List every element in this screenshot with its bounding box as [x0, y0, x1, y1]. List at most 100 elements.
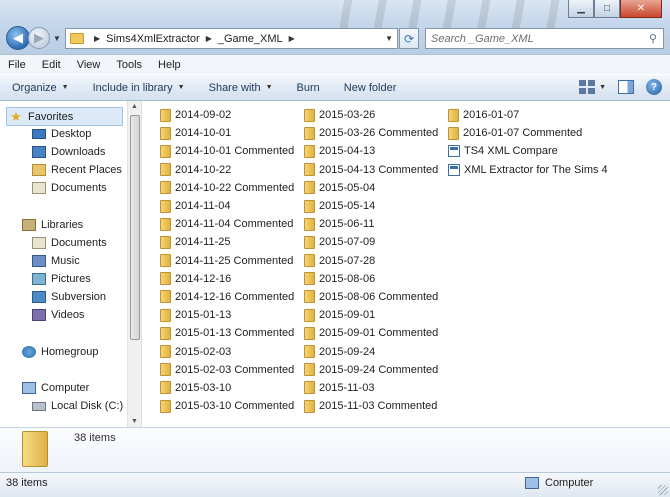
folder-item[interactable]: 2015-01-13 [160, 306, 294, 324]
chevron-right-icon[interactable]: ▶ [94, 34, 100, 43]
folder-item[interactable]: 2015-05-04 [304, 179, 438, 197]
scroll-up-icon[interactable]: ▲ [131, 103, 138, 110]
folder-icon [22, 431, 48, 467]
folder-item[interactable]: 2015-03-26 [304, 106, 438, 124]
folder-item[interactable]: 2014-12-16 [160, 270, 294, 288]
nav-downloads[interactable]: Downloads [32, 146, 105, 158]
menu-view[interactable]: View [77, 59, 101, 71]
include-in-library-button[interactable]: Include in library ▼ [93, 82, 185, 94]
organize-button[interactable]: Organize ▼ [12, 82, 69, 94]
nav-subversion[interactable]: Subversion [32, 291, 106, 303]
nav-documents[interactable]: Documents [32, 237, 107, 249]
folder-item[interactable]: 2015-04-13 Commented [304, 161, 438, 179]
item-name: 2014-12-16 [175, 272, 232, 285]
folder-item[interactable]: 2015-07-09 [304, 233, 438, 251]
folder-item[interactable]: 2016-01-07 Commented [448, 124, 608, 142]
search-input[interactable] [431, 32, 636, 45]
file-item[interactable]: TS4 XML Compare [448, 142, 608, 160]
folder-item[interactable]: 2015-09-01 [304, 306, 438, 324]
folder-item[interactable]: 2014-10-22 Commented [160, 179, 294, 197]
folder-item[interactable]: 2015-03-10 [160, 379, 294, 397]
resize-grip[interactable] [658, 485, 668, 495]
search-box: ⚲ [425, 28, 664, 49]
maximize-button[interactable]: □ [594, 0, 620, 18]
item-name: 2015-09-01 Commented [319, 327, 439, 340]
libraries-icon [22, 219, 36, 231]
help-icon[interactable]: ? [646, 79, 662, 95]
folder-item[interactable]: 2015-04-13 [304, 142, 438, 160]
folder-item[interactable]: 2015-03-10 Commented [160, 397, 294, 415]
breadcrumb-item[interactable]: _Game_XML [218, 33, 283, 45]
nav-libraries[interactable]: Libraries [22, 219, 83, 231]
menu-edit[interactable]: Edit [42, 59, 61, 71]
nav-pictures[interactable]: Pictures [32, 273, 91, 285]
folder-item[interactable]: 2014-10-22 [160, 161, 294, 179]
nav-homegroup[interactable]: Homegroup [22, 346, 98, 358]
menu-help[interactable]: Help [158, 59, 181, 71]
folder-item[interactable]: 2014-12-16 Commented [160, 288, 294, 306]
search-icon[interactable]: ⚲ [649, 32, 657, 45]
file-item[interactable]: XML Extractor for The Sims 4 [448, 161, 608, 179]
burn-button[interactable]: Burn [297, 82, 320, 94]
nav-scrollbar[interactable]: ▲ ▼ [127, 101, 141, 427]
share-with-button[interactable]: Share with ▼ [209, 82, 273, 94]
item-name: 2014-11-25 [175, 236, 231, 249]
nav-local-disk[interactable]: Local Disk (C:) [32, 400, 123, 412]
folder-item[interactable]: 2015-02-03 [160, 342, 294, 360]
folder-item[interactable]: 2014-11-25 Commented [160, 252, 294, 270]
nav-label: Downloads [51, 146, 106, 158]
nav-computer[interactable]: Computer [22, 382, 89, 394]
recent-pages-dropdown[interactable]: ▼ [53, 34, 61, 43]
folder-item[interactable]: 2014-10-01 [160, 124, 294, 142]
application-icon [448, 145, 460, 158]
folder-item[interactable]: 2016-01-07 [448, 106, 608, 124]
folder-item[interactable]: 2015-03-26 Commented [304, 124, 438, 142]
nav-documents-favorite[interactable]: Documents [32, 182, 107, 194]
folder-icon [304, 399, 315, 413]
downloads-icon [32, 146, 46, 158]
minimize-button[interactable]: ▁ [568, 0, 594, 18]
scroll-down-icon[interactable]: ▼ [131, 418, 138, 425]
folder-item[interactable]: 2015-08-06 [304, 270, 438, 288]
folder-item[interactable]: 2015-07-28 [304, 252, 438, 270]
view-options-icon[interactable] [579, 80, 596, 94]
folder-item[interactable]: 2015-05-14 [304, 197, 438, 215]
nav-favorites[interactable]: ★ Favorites [6, 107, 123, 126]
refresh-button[interactable]: ⟳ [399, 28, 419, 49]
nav-videos[interactable]: Videos [32, 309, 84, 321]
folder-item[interactable]: 2014-11-04 [160, 197, 294, 215]
chevron-right-icon[interactable]: ▶ [289, 34, 295, 43]
nav-music[interactable]: Music [32, 255, 80, 267]
computer-icon [525, 477, 539, 489]
folder-item[interactable]: 2014-10-01 Commented [160, 142, 294, 160]
new-folder-button[interactable]: New folder [344, 82, 397, 94]
view-options-dropdown[interactable]: ▼ [599, 84, 606, 91]
folder-item[interactable]: 2014-09-02 [160, 106, 294, 124]
chevron-right-icon[interactable]: ▶ [206, 34, 212, 43]
folder-item[interactable]: 2015-11-03 [304, 379, 438, 397]
item-name: 2015-05-04 [319, 181, 376, 194]
folder-item[interactable]: 2014-11-04 Commented [160, 215, 294, 233]
folder-item[interactable]: 2015-08-06 Commented [304, 288, 438, 306]
address-dropdown[interactable]: ▼ [385, 34, 393, 43]
forward-button[interactable]: ▶ [28, 27, 50, 49]
folder-item[interactable]: 2014-11-25 [160, 233, 294, 251]
scrollbar-thumb[interactable] [130, 115, 140, 340]
back-button[interactable]: ◀ [6, 26, 30, 50]
file-column: 2015-03-26 2015-03-26 Commented 2015-04-… [304, 106, 438, 415]
nav-recent-places[interactable]: Recent Places [32, 164, 122, 176]
folder-item[interactable]: 2015-09-24 [304, 342, 438, 360]
folder-item[interactable]: 2015-02-03 Commented [160, 361, 294, 379]
close-button[interactable]: ✕ [620, 0, 662, 18]
folder-item[interactable]: 2015-09-01 Commented [304, 324, 438, 342]
folder-item[interactable]: 2015-01-13 Commented [160, 324, 294, 342]
preview-pane-icon[interactable] [618, 80, 634, 94]
folder-item[interactable]: 2015-09-24 Commented [304, 361, 438, 379]
folder-item[interactable]: 2015-11-03 Commented [304, 397, 438, 415]
nav-desktop[interactable]: Desktop [32, 128, 91, 140]
breadcrumb-item[interactable]: Sims4XmlExtractor [106, 33, 200, 45]
address-bar[interactable]: ▶ Sims4XmlExtractor ▶ _Game_XML ▶ ▼ [65, 28, 398, 49]
folder-item[interactable]: 2015-06-11 [304, 215, 438, 233]
menu-tools[interactable]: Tools [116, 59, 142, 71]
menu-file[interactable]: File [8, 59, 26, 71]
